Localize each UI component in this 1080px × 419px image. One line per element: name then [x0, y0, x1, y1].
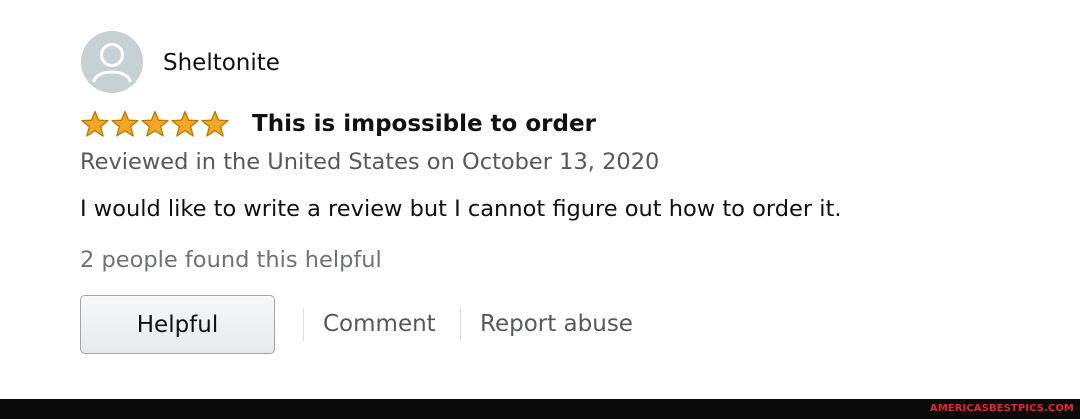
star-icon	[171, 110, 199, 137]
user-avatar-icon	[81, 31, 143, 93]
customer-review: Sheltonite This is impossible to order R…	[0, 0, 1080, 399]
helpful-button[interactable]: Helpful	[80, 295, 275, 354]
star-icon	[201, 110, 229, 137]
comment-link[interactable]: Comment	[323, 308, 436, 341]
divider	[303, 308, 304, 341]
reviewer-name[interactable]: Sheltonite	[163, 48, 280, 78]
divider	[460, 308, 461, 341]
star-icon	[141, 110, 169, 137]
star-rating[interactable]	[80, 110, 230, 138]
footer-bar: AMERICASBESTPICS.COM	[0, 399, 1080, 419]
review-title[interactable]: This is impossible to order	[252, 108, 596, 140]
report-abuse-link[interactable]: Report abuse	[480, 308, 633, 341]
helpful-count: 2 people found this helpful	[80, 247, 382, 273]
star-icon	[111, 110, 139, 137]
watermark: AMERICASBESTPICS.COM	[929, 403, 1074, 414]
review-date: Reviewed in the United States on October…	[80, 149, 660, 175]
review-body: I would like to write a review but I can…	[80, 196, 842, 222]
star-icon	[81, 110, 109, 137]
